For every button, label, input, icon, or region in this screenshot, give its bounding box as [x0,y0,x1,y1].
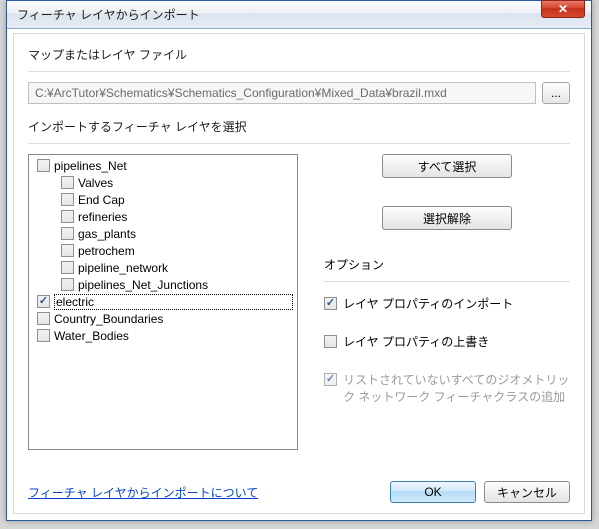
layer-item[interactable]: electric [29,293,297,310]
close-icon: ✕ [558,3,568,15]
layer-item[interactable]: petrochem [29,242,297,259]
layer-label: electric [54,294,293,310]
checkbox-icon [324,335,337,348]
layer-item[interactable]: pipelines_Net_Junctions [29,276,297,293]
layer-item[interactable]: pipelines_Net [29,157,297,174]
layer-item[interactable]: Country_Boundaries [29,310,297,327]
options-label: オプション [324,256,570,273]
ellipsis-icon: ... [551,86,561,100]
option-import-props[interactable]: レイヤ プロパティのインポート [324,296,570,312]
option-overwrite-props[interactable]: レイヤ プロパティの上書き [324,334,570,350]
cancel-button[interactable]: キャンセル [484,481,570,503]
ok-button[interactable]: OK [390,481,476,503]
option-label: リストされていないすべてのジオメトリック ネットワーク フィーチャクラスの追加 [343,372,570,404]
content-area: マップまたはレイヤ ファイル ... インポートするフィーチャ レイヤを選択 p… [7,29,591,520]
option-add-unlisted: リストされていないすべてのジオメトリック ネットワーク フィーチャクラスの追加 [324,372,570,404]
checkbox-icon[interactable] [61,227,74,240]
select-all-button[interactable]: すべて選択 [382,154,512,178]
help-link[interactable]: フィーチャ レイヤからインポートについて [28,484,258,501]
layer-item[interactable]: refineries [29,208,297,225]
layer-label: pipelines_Net_Junctions [78,278,208,292]
layers-group: インポートするフィーチャ レイヤを選択 pipelines_Net Valves E… [28,118,570,471]
checkbox-icon[interactable] [37,312,50,325]
checkbox-icon[interactable] [37,295,50,308]
checkbox-icon[interactable] [61,210,74,223]
layer-label: pipeline_network [78,261,168,275]
right-column: すべて選択 選択解除 オプション レイヤ プロパティのインポート [324,154,570,471]
inner-panel: マップまたはレイヤ ファイル ... インポートするフィーチャ レイヤを選択 p… [13,33,585,514]
titlebar: フィーチャ レイヤからインポート ✕ [7,1,591,29]
map-file-group: マップまたはレイヤ ファイル ... [28,46,570,104]
layer-label: Valves [78,176,113,190]
footer: フィーチャ レイヤからインポートについて OK キャンセル [28,481,570,503]
option-label: レイヤ プロパティのインポート [343,296,513,312]
layer-label: Water_Bodies [54,329,129,343]
layer-label: gas_plants [78,227,136,241]
layer-label: End Cap [78,193,125,207]
layer-item[interactable]: End Cap [29,191,297,208]
path-row: ... [28,82,570,104]
layer-label: Country_Boundaries [54,312,163,326]
dialog-window: フィーチャ レイヤからインポート ✕ マップまたはレイヤ ファイル ... イン… [6,0,592,521]
layer-item[interactable]: Valves [29,174,297,191]
window-title: フィーチャ レイヤからインポート [17,6,541,23]
option-label: レイヤ プロパティの上書き [343,334,489,350]
deselect-button[interactable]: 選択解除 [382,206,512,230]
map-file-label: マップまたはレイヤ ファイル [28,46,570,63]
divider [28,71,570,72]
layer-item[interactable]: pipeline_network [29,259,297,276]
browse-button[interactable]: ... [542,82,570,104]
layer-item[interactable]: Water_Bodies [29,327,297,344]
path-input[interactable] [28,82,536,104]
checkbox-icon[interactable] [61,176,74,189]
main-row: pipelines_Net Valves End Cap refineries gas_… [28,154,570,471]
close-button[interactable]: ✕ [541,0,585,18]
divider [28,143,570,144]
layer-label: refineries [78,210,127,224]
layers-label: インポートするフィーチャ レイヤを選択 [28,118,570,135]
divider [324,281,570,282]
layers-listbox[interactable]: pipelines_Net Valves End Cap refineries gas_… [28,154,298,450]
checkbox-icon[interactable] [37,329,50,342]
checkbox-icon[interactable] [61,244,74,257]
checkbox-icon [324,373,337,386]
layer-item[interactable]: gas_plants [29,225,297,242]
layer-label: pipelines_Net [54,159,127,173]
checkbox-icon[interactable] [61,193,74,206]
checkbox-icon [324,297,337,310]
checkbox-icon[interactable] [61,278,74,291]
checkbox-icon[interactable] [61,261,74,274]
layer-label: petrochem [78,244,135,258]
checkbox-icon[interactable] [37,159,50,172]
